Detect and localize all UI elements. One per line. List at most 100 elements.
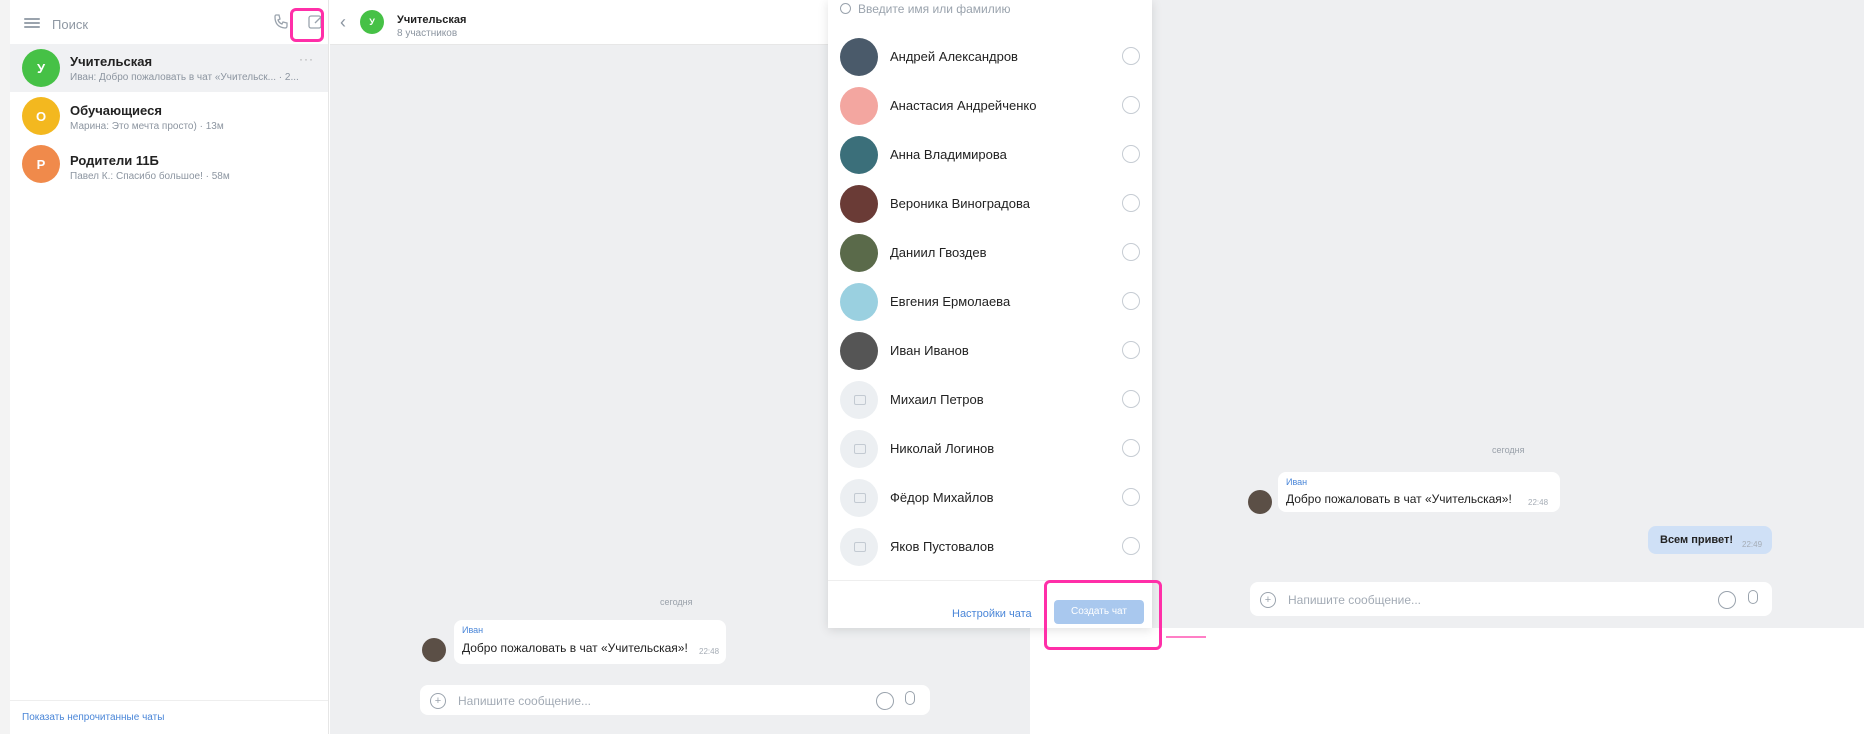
select-radio[interactable]	[1122, 292, 1140, 310]
select-radio[interactable]	[1122, 194, 1140, 212]
menu-icon[interactable]	[24, 18, 40, 28]
create-button-highlight	[1044, 580, 1162, 650]
contact-row[interactable]: Даниил Гвоздев	[828, 228, 1152, 277]
emoji-icon[interactable]	[1718, 591, 1736, 609]
message-input[interactable]: Напишите сообщение...	[1288, 593, 1421, 607]
phone-icon[interactable]	[272, 13, 290, 31]
search-icon	[840, 3, 851, 14]
avatar	[422, 638, 446, 662]
chat-title: Учительская	[397, 14, 467, 26]
avatar	[1248, 490, 1272, 514]
message-text: Добро пожаловать в чат «Учительская»!	[1286, 492, 1512, 506]
own-message-bubble: Всем привет! 22:49	[1648, 526, 1772, 554]
camera-icon	[854, 395, 866, 405]
microphone-icon[interactable]	[1748, 590, 1758, 604]
date-separator: сегодня	[1492, 445, 1525, 455]
avatar	[840, 38, 878, 76]
contact-search-input[interactable]: Введите имя или фамилию	[858, 2, 1010, 16]
microphone-icon[interactable]	[905, 691, 915, 705]
message-bubble: Иван Добро пожаловать в чат «Учительская…	[1278, 472, 1560, 512]
contact-name: Анастасия Андрейченко	[890, 98, 1037, 113]
chat-avatar: У	[22, 49, 60, 87]
chat-preview-author: Иван:	[70, 72, 97, 83]
avatar	[840, 381, 878, 419]
message-time: 22:49	[1742, 540, 1763, 549]
select-radio[interactable]	[1122, 96, 1140, 114]
avatar	[840, 234, 878, 272]
chat-preview: Иван: Добро пожаловать в чат «Учительск.…	[70, 72, 299, 83]
message-time: 22:48	[1528, 498, 1549, 507]
contact-name: Даниил Гвоздев	[890, 245, 987, 260]
message-composer[interactable]: + Напишите сообщение...	[1250, 582, 1772, 616]
avatar	[840, 332, 878, 370]
chat-list-search-row: Поиск	[10, 0, 328, 45]
contact-name: Вероника Виноградова	[890, 196, 1030, 211]
chat-members-count: 8 участников	[397, 28, 458, 39]
chat-title: Обучающиеся	[70, 103, 162, 118]
select-radio[interactable]	[1122, 537, 1140, 555]
chat-list-item[interactable]: Р Родители 11Б Павел К.: Спасибо большое…	[10, 140, 328, 188]
message-text: Всем привет!	[1660, 534, 1733, 546]
chat-title: Родители 11Б	[70, 153, 159, 168]
message-author[interactable]: Иван	[1286, 477, 1307, 487]
contact-row[interactable]: Вероника Виноградова	[828, 179, 1152, 228]
chat-preview-author: Марина:	[70, 121, 110, 132]
left-edge-strip	[0, 0, 10, 734]
select-radio[interactable]	[1122, 390, 1140, 408]
select-radio[interactable]	[1122, 243, 1140, 261]
message-time: 22:48	[699, 647, 720, 656]
chat-avatar: У	[360, 10, 384, 34]
chat-settings-link[interactable]: Настройки чата	[952, 608, 1032, 620]
message-author[interactable]: Иван	[462, 625, 483, 635]
avatar	[840, 430, 878, 468]
contact-row[interactable]: Фёдор Михайлов	[828, 473, 1152, 522]
attach-icon[interactable]: +	[1260, 592, 1276, 608]
contact-name: Анна Владимирова	[890, 147, 1007, 162]
contact-search-row: Введите имя или фамилию	[828, 0, 1152, 22]
contact-row[interactable]: Андрей Александров	[828, 32, 1152, 81]
divider	[10, 700, 328, 701]
avatar	[840, 283, 878, 321]
emoji-icon[interactable]	[876, 692, 894, 710]
avatar	[840, 528, 878, 566]
back-arrow-icon[interactable]: ‹	[340, 12, 346, 33]
more-icon[interactable]: ···	[299, 52, 314, 66]
chat-preview-author: Павел К.:	[70, 171, 114, 182]
chat-list-panel: Поиск У Учительская Иван: Добро пожалова…	[10, 0, 329, 734]
contact-name: Михаил Петров	[890, 392, 984, 407]
chat-search-input[interactable]: Поиск	[52, 17, 88, 32]
chat-preview-text: Спасибо большое! · 58м	[115, 171, 230, 182]
select-radio[interactable]	[1122, 439, 1140, 457]
contact-row[interactable]: Анна Владимирова	[828, 130, 1152, 179]
attach-icon[interactable]: +	[430, 693, 446, 709]
contact-row[interactable]: Иван Иванов	[828, 326, 1152, 375]
contact-name: Андрей Александров	[890, 49, 1018, 64]
contact-name: Николай Логинов	[890, 441, 995, 456]
chat-preview: Марина: Это мечта просто) · 13м	[70, 121, 224, 132]
chat-preview-text: Добро пожаловать в чат «Учительск... · 2…	[99, 72, 299, 83]
camera-icon	[854, 542, 866, 552]
contact-row[interactable]: Михаил Петров	[828, 375, 1152, 424]
message-composer[interactable]: + Напишите сообщение...	[420, 685, 930, 715]
avatar	[840, 185, 878, 223]
contact-row[interactable]: Анастасия Андрейченко	[828, 81, 1152, 130]
select-radio[interactable]	[1122, 341, 1140, 359]
contact-row[interactable]: Николай Логинов	[828, 424, 1152, 473]
message-input[interactable]: Напишите сообщение...	[458, 694, 591, 708]
avatar	[840, 87, 878, 125]
select-radio[interactable]	[1122, 47, 1140, 65]
avatar	[840, 136, 878, 174]
chat-avatar: О	[22, 97, 60, 135]
show-unread-link[interactable]: Показать непрочитанные чаты	[22, 712, 164, 723]
chat-list-item[interactable]: О Обучающиеся Марина: Это мечта просто) …	[10, 92, 328, 140]
avatar	[840, 479, 878, 517]
select-radio[interactable]	[1122, 145, 1140, 163]
chat-avatar: Р	[22, 145, 60, 183]
select-radio[interactable]	[1122, 488, 1140, 506]
contact-row[interactable]: Евгения Ермолаева	[828, 277, 1152, 326]
compose-button-highlight	[290, 8, 324, 42]
connector-line	[1166, 636, 1206, 638]
chat-list-item[interactable]: У Учительская Иван: Добро пожаловать в ч…	[10, 44, 328, 92]
contact-row[interactable]: Яков Пустовалов	[828, 522, 1152, 571]
contact-name: Фёдор Михайлов	[890, 490, 994, 505]
